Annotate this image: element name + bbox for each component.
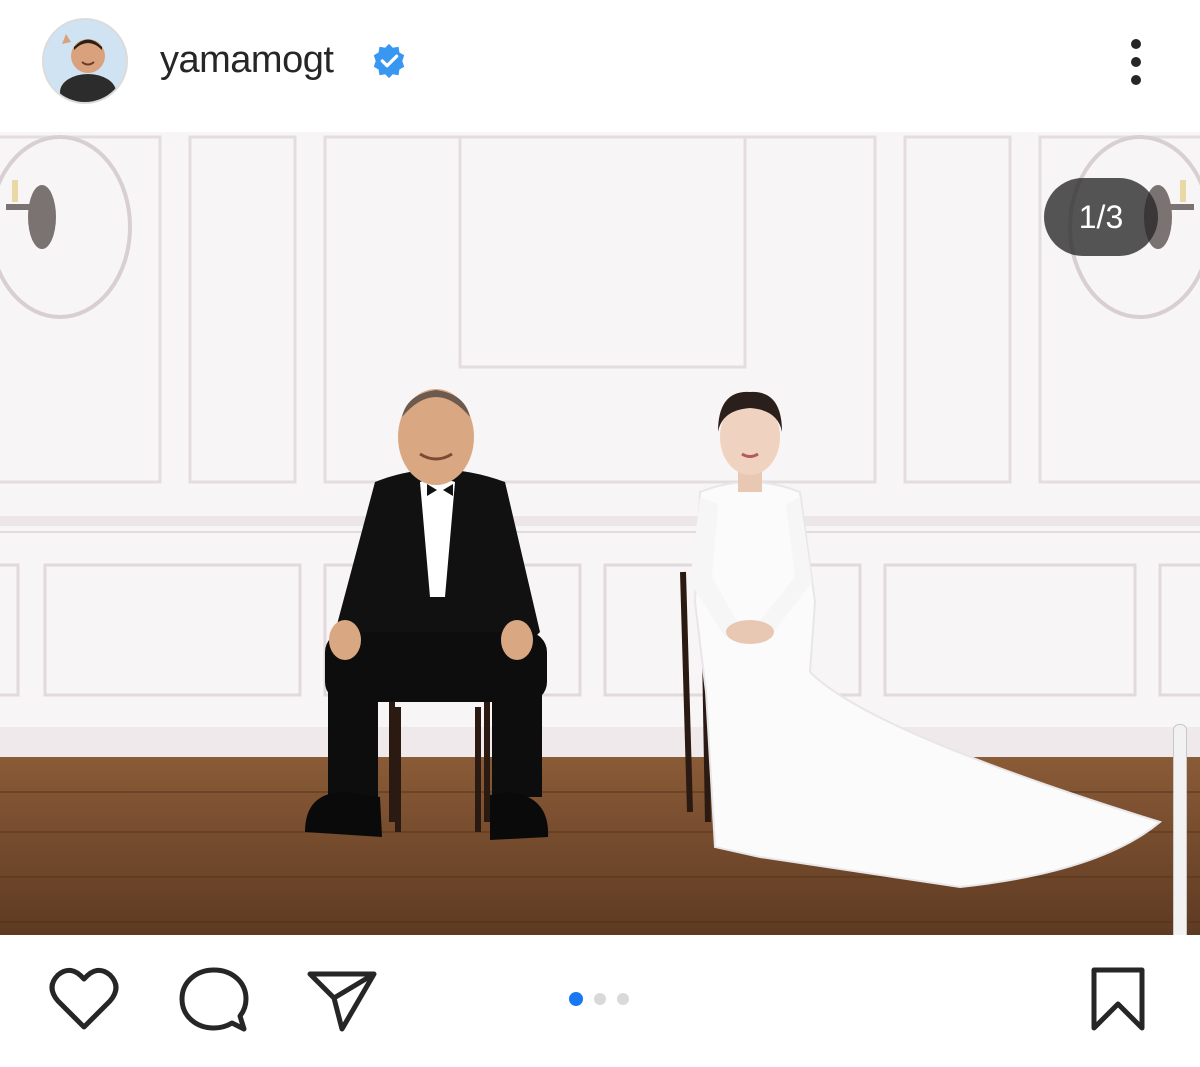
heart-icon[interactable] bbox=[48, 966, 120, 1032]
carousel-dot-active[interactable] bbox=[569, 992, 583, 1006]
paper-plane-icon[interactable] bbox=[306, 966, 378, 1034]
post-header: yamamogt bbox=[0, 0, 1200, 132]
verified-badge-icon bbox=[373, 43, 405, 79]
carousel-dot[interactable] bbox=[617, 993, 629, 1005]
avatar-image bbox=[44, 20, 126, 102]
wedding-photo-image bbox=[0, 132, 1200, 935]
carousel-dot[interactable] bbox=[594, 993, 606, 1005]
username[interactable]: yamamogt bbox=[160, 36, 334, 84]
avatar[interactable] bbox=[42, 18, 128, 104]
more-vertical-icon[interactable] bbox=[1116, 36, 1156, 88]
post-photo[interactable] bbox=[0, 132, 1200, 935]
bookmark-icon[interactable] bbox=[1088, 966, 1148, 1034]
comment-bubble-icon[interactable] bbox=[178, 966, 250, 1034]
carousel-counter: 1/3 bbox=[1044, 178, 1158, 256]
